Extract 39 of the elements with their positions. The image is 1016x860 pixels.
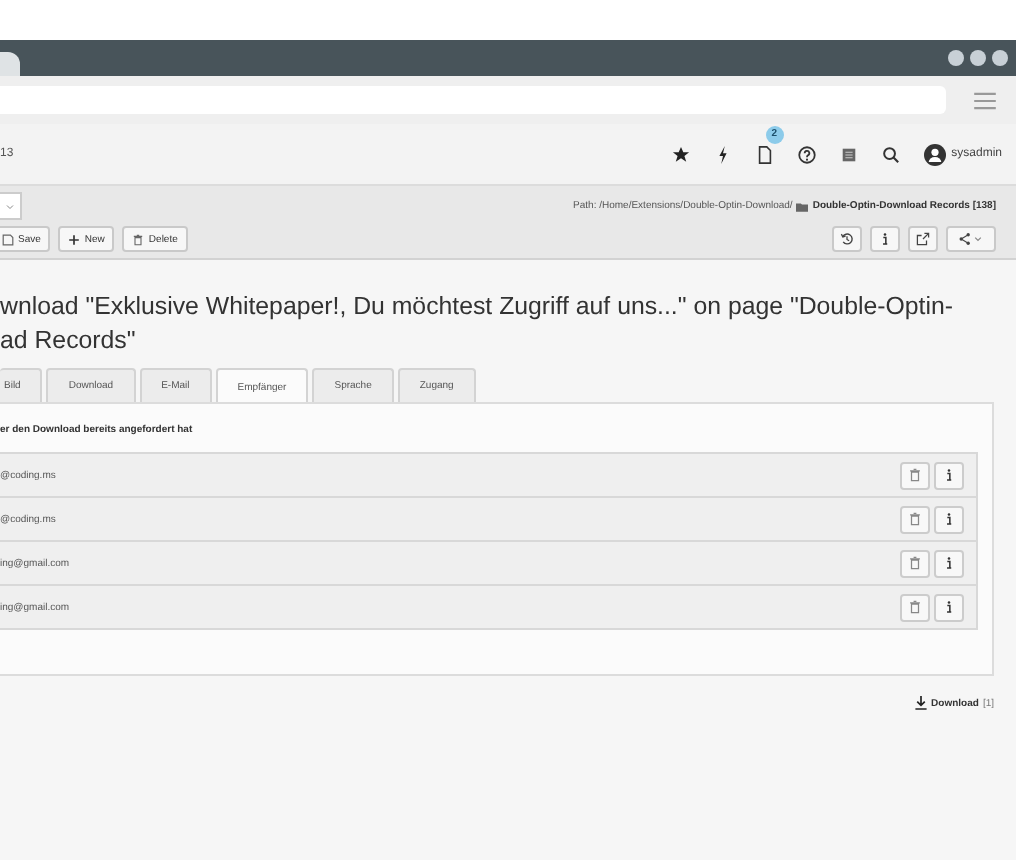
info-icon xyxy=(942,512,956,526)
trash-icon xyxy=(132,233,145,245)
info-button[interactable] xyxy=(934,505,964,533)
trash-icon xyxy=(908,600,922,614)
download-icon xyxy=(913,696,928,710)
trash-icon xyxy=(908,468,922,482)
list-icon[interactable] xyxy=(839,145,858,163)
share-icon xyxy=(958,232,984,246)
save-icon xyxy=(2,233,14,245)
info-icon xyxy=(878,232,892,246)
star-icon[interactable] xyxy=(671,145,690,163)
help-icon[interactable] xyxy=(797,145,816,163)
caret-icon xyxy=(6,203,14,209)
browser-tab[interactable] xyxy=(0,52,20,76)
external-link-icon xyxy=(916,232,930,246)
info-icon xyxy=(942,600,956,614)
delete-button[interactable] xyxy=(900,505,930,533)
info-icon xyxy=(942,556,956,570)
trash-icon xyxy=(908,512,922,526)
plus-icon xyxy=(68,233,81,245)
info-button[interactable] xyxy=(934,549,964,577)
document-icon[interactable] xyxy=(755,145,774,163)
search-icon[interactable] xyxy=(881,145,900,163)
trash-icon xyxy=(908,556,922,570)
info-button[interactable] xyxy=(870,226,900,252)
record-heading-line: wnload "Exklusive Whitepaper!, Du möchtest Zugriff auf uns..." on page "Double-Optin- xyxy=(0,290,953,324)
delete-button[interactable] xyxy=(900,461,930,489)
record-heading-line: ad Records" xyxy=(0,324,136,358)
history-icon xyxy=(840,232,854,246)
info-button[interactable] xyxy=(934,593,964,621)
history-button[interactable] xyxy=(832,226,862,252)
folder-icon xyxy=(796,201,809,211)
share-button[interactable] xyxy=(946,226,996,252)
open-window-button[interactable] xyxy=(908,226,938,252)
delete-button[interactable] xyxy=(900,549,930,577)
delete-button[interactable] xyxy=(900,593,930,621)
info-button[interactable] xyxy=(934,461,964,489)
info-icon xyxy=(942,468,956,482)
avatar-icon[interactable] xyxy=(923,143,946,165)
